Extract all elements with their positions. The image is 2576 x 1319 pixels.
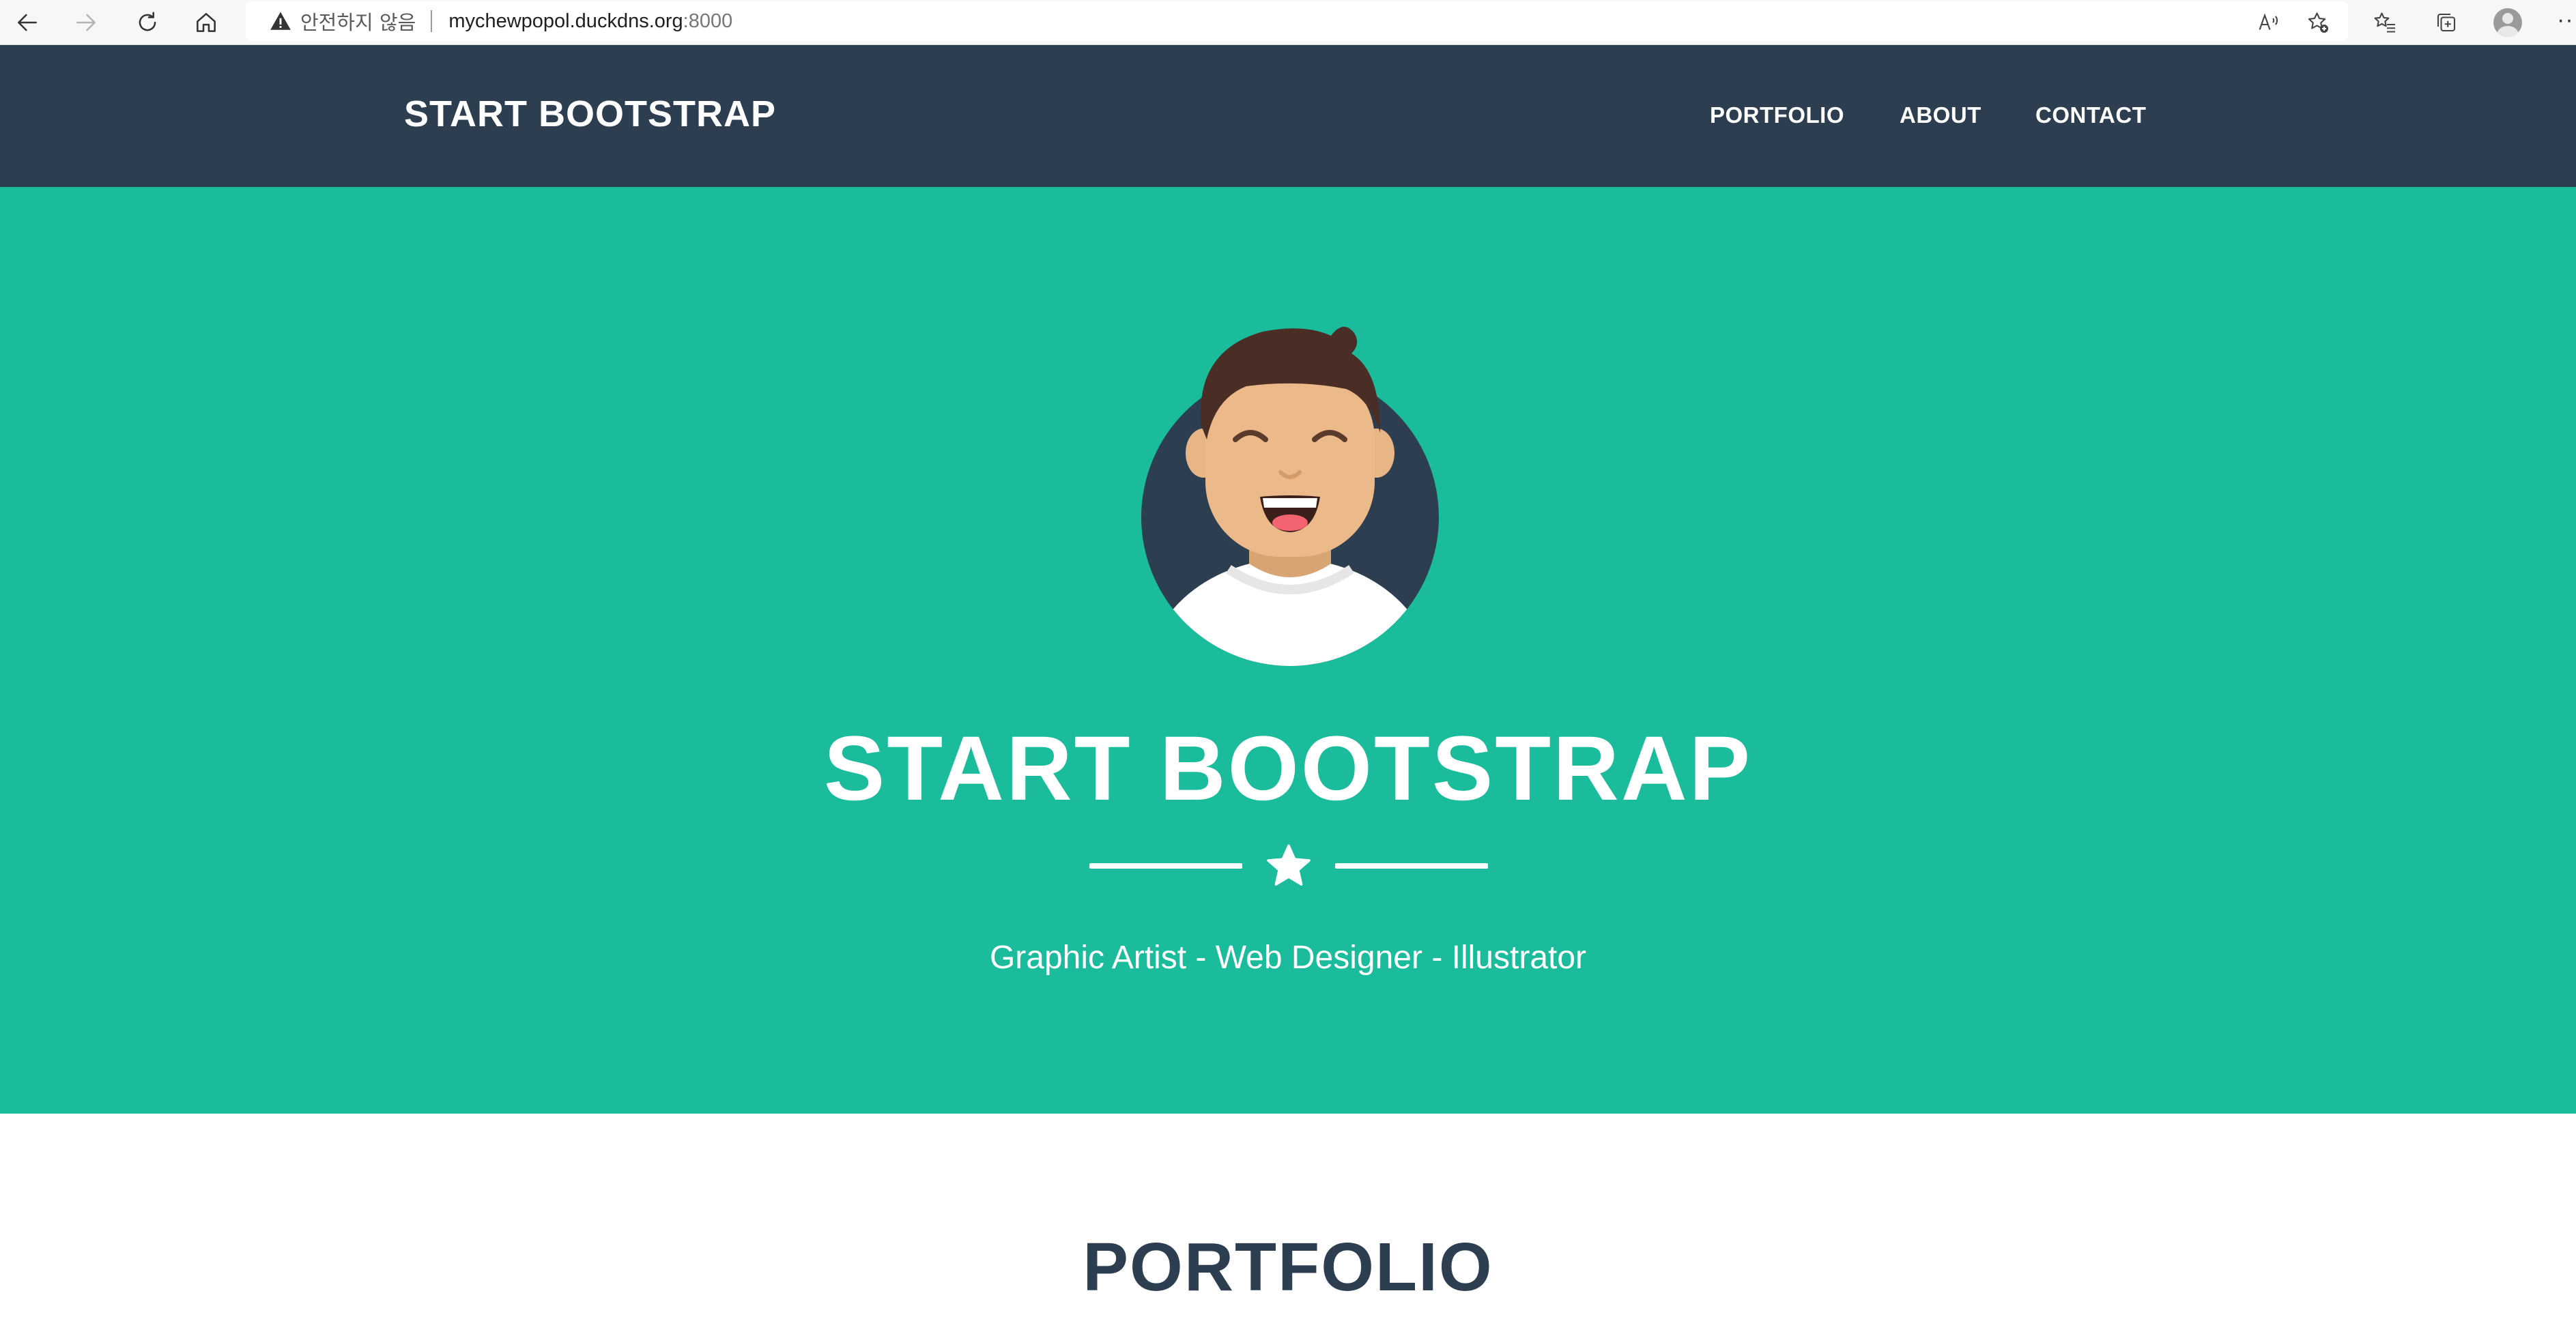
add-favorite-icon[interactable] — [2299, 3, 2337, 42]
portfolio-heading: PORTFOLIO — [1083, 1229, 1493, 1305]
warning-icon[interactable] — [269, 10, 292, 33]
collections-icon[interactable] — [2427, 3, 2465, 42]
address-separator — [431, 10, 433, 32]
divider-line-left — [1089, 863, 1242, 869]
masthead-subtitle: Graphic Artist - Web Designer - Illustra… — [989, 940, 1587, 976]
url-text[interactable]: mychewpopol.duckdns.org:8000 — [448, 10, 732, 33]
masthead-title: START BOOTSTRAP — [823, 718, 1753, 820]
star-icon — [1264, 842, 1313, 891]
masthead: START BOOTSTRAP Graphic Artist - Web Des… — [0, 187, 2576, 1114]
read-aloud-icon[interactable] — [2250, 3, 2288, 42]
url-port: :8000 — [683, 10, 733, 32]
nav-link-portfolio[interactable]: PORTFOLIO — [1710, 102, 1844, 128]
browser-toolbar: 안전하지 않음 mychewpopol.duckdns.org:8000 ··· — [0, 0, 2576, 45]
back-icon[interactable] — [8, 3, 46, 42]
site-navbar: START BOOTSTRAP PORTFOLIO ABOUT CONTACT — [0, 45, 2576, 187]
forward-icon[interactable] — [67, 3, 105, 42]
address-bar[interactable]: 안전하지 않음 mychewpopol.duckdns.org:8000 — [246, 1, 2348, 41]
avatar-illustration — [1126, 323, 1447, 678]
nav-link-contact[interactable]: CONTACT — [2035, 102, 2146, 128]
not-secure-label[interactable]: 안전하지 않음 — [300, 7, 416, 35]
more-icon[interactable]: ··· — [2557, 7, 2576, 33]
refresh-icon[interactable] — [128, 3, 167, 42]
home-icon[interactable] — [187, 3, 225, 42]
profile-icon[interactable] — [2489, 3, 2527, 42]
nav-link-about[interactable]: ABOUT — [1900, 102, 1981, 128]
divider-line-right — [1335, 863, 1488, 869]
navbar-brand[interactable]: START BOOTSTRAP — [404, 93, 776, 135]
url-host: mychewpopol.duckdns.org — [448, 10, 683, 32]
profile-avatar — [2493, 8, 2522, 37]
favorites-icon[interactable] — [2366, 3, 2404, 42]
